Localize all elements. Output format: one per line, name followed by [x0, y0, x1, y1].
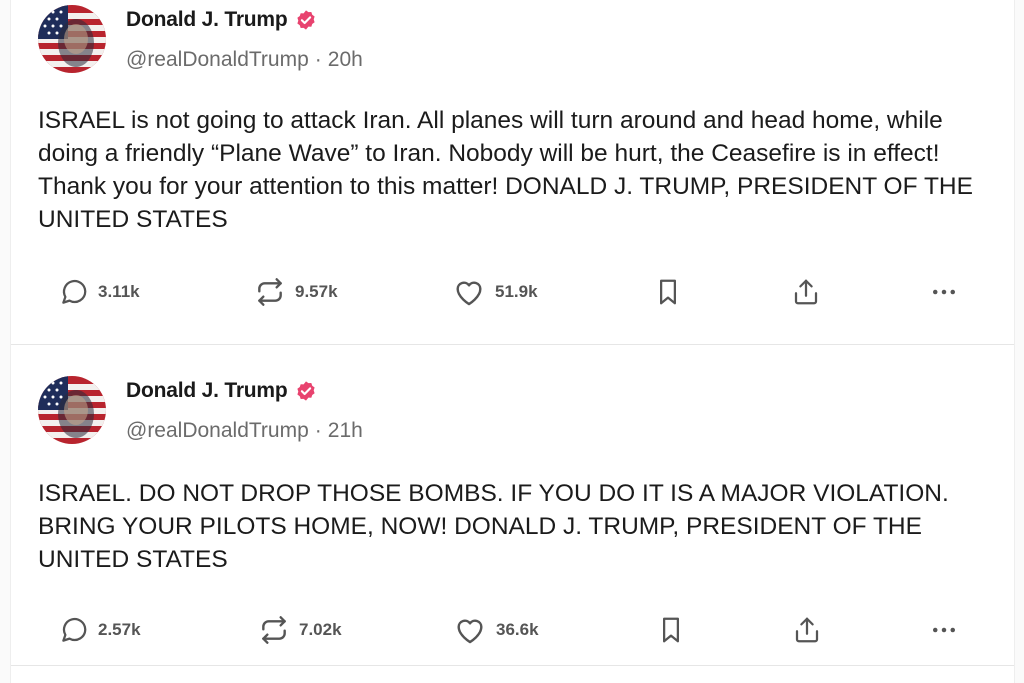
- like-button[interactable]: 36.6k: [453, 610, 539, 650]
- repost-icon: [258, 614, 290, 646]
- reply-button[interactable]: 2.57k: [59, 610, 141, 650]
- verified-badge-icon: [295, 9, 317, 31]
- repost-button[interactable]: 7.02k: [258, 610, 342, 650]
- separator-dot: ·: [314, 48, 322, 71]
- handle-row: @realDonaldTrump · 21h: [126, 416, 363, 446]
- share-button[interactable]: [792, 610, 822, 650]
- more-dots-icon: [929, 615, 959, 645]
- post-actions: 2.57k 7.02k 36.6k: [11, 610, 1014, 650]
- heart-icon: [453, 613, 487, 647]
- more-dots-icon: [929, 277, 959, 307]
- repost-count: 9.57k: [295, 282, 338, 301]
- post[interactable]: Donald J. Trump @realDonaldTrump · 20h I…: [11, 0, 1014, 345]
- verified-badge-icon: [295, 380, 317, 402]
- post[interactable]: Donald J. Trump @realDonaldTrump · 21h I…: [11, 345, 1014, 666]
- bookmark-button[interactable]: [656, 610, 686, 650]
- avatar-flag-portrait-icon: [38, 376, 106, 444]
- share-icon: [792, 615, 822, 645]
- more-options-button[interactable]: [929, 610, 959, 650]
- repost-button[interactable]: 9.57k: [254, 272, 338, 312]
- author-row: Donald J. Trump: [126, 5, 317, 35]
- separator-dot: ·: [314, 419, 322, 442]
- post-age[interactable]: 21h: [328, 419, 363, 443]
- post-text: ISRAEL. DO NOT DROP THOSE BOMBS. IF YOU …: [38, 480, 949, 573]
- repost-icon: [254, 276, 286, 308]
- share-icon: [791, 277, 821, 307]
- reply-count: 3.11k: [98, 282, 140, 301]
- author-display-name[interactable]: Donald J. Trump: [126, 379, 288, 403]
- heart-icon: [452, 275, 486, 309]
- comment-icon: [59, 615, 89, 645]
- reply-count: 2.57k: [98, 620, 141, 639]
- post-actions: 3.11k 9.57k 51.9k: [11, 272, 1014, 312]
- author-display-name[interactable]: Donald J. Trump: [126, 8, 288, 32]
- bookmark-button[interactable]: [653, 272, 683, 312]
- post-feed: Donald J. Trump @realDonaldTrump · 20h I…: [10, 0, 1015, 683]
- post-age[interactable]: 20h: [328, 48, 363, 72]
- bookmark-icon: [653, 277, 683, 307]
- post-text: ISRAEL is not going to attack Iran. All …: [38, 107, 973, 233]
- like-count: 36.6k: [496, 620, 539, 639]
- bookmark-icon: [656, 615, 686, 645]
- avatar-flag-portrait-icon: [38, 5, 106, 73]
- share-button[interactable]: [791, 272, 821, 312]
- author-handle[interactable]: @realDonaldTrump: [126, 419, 309, 443]
- author-handle[interactable]: @realDonaldTrump: [126, 48, 309, 72]
- handle-row: @realDonaldTrump · 20h: [126, 45, 363, 75]
- like-count: 51.9k: [495, 282, 538, 301]
- author-row: Donald J. Trump: [126, 376, 317, 406]
- like-button[interactable]: 51.9k: [452, 272, 538, 312]
- avatar[interactable]: [38, 5, 106, 73]
- avatar[interactable]: [38, 376, 106, 444]
- comment-icon: [59, 277, 89, 307]
- reply-button[interactable]: 3.11k: [59, 272, 140, 312]
- repost-count: 7.02k: [299, 620, 342, 639]
- more-options-button[interactable]: [929, 272, 959, 312]
